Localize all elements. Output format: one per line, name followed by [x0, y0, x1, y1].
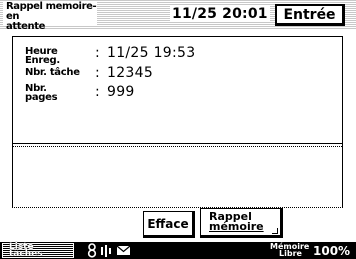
divider — [13, 143, 342, 144]
value-job-number: 12345 — [107, 65, 154, 81]
label-job-number-line1: Nbr. tâche — [25, 67, 80, 78]
value-store-time: 11/25 19:53 — [107, 45, 196, 61]
job-info-area: Heure Enreg. : 11/25 19:53 Nbr. tâche : … — [13, 37, 342, 143]
erase-button[interactable]: Efface — [143, 211, 195, 238]
status-bar: Liste tâches Mémoire Libre 100% — [0, 242, 356, 259]
value-page-count: 999 — [107, 84, 135, 100]
screen-title-line2: attente — [6, 21, 45, 32]
divider — [13, 146, 342, 147]
memory-label: Mémoire Libre — [270, 243, 309, 258]
job-list-label: Liste tâches — [9, 243, 43, 259]
mail-icon — [116, 245, 131, 255]
corner-mark — [272, 228, 278, 234]
label-store-time-line2: Enreg. — [25, 55, 60, 66]
enter-button[interactable]: Entrée — [275, 4, 345, 26]
free-memory-percent: 100% — [313, 244, 351, 258]
memory-recall-label-line2: mémoire — [209, 220, 264, 233]
colon: : — [95, 65, 100, 81]
header-bar: Rappel memoire-en attente 11/25 20:01 En… — [0, 0, 356, 32]
job-list-label-line2: tâches — [9, 249, 43, 259]
toner-icon — [87, 243, 97, 258]
label-page-count-line2: pages — [25, 92, 58, 103]
label-job-number: Nbr. tâche — [25, 67, 80, 78]
colon: : — [95, 45, 100, 61]
job-list-button[interactable]: Liste tâches — [2, 243, 74, 259]
current-datetime: 11/25 20:01 — [170, 6, 270, 22]
screen-title-line1: Rappel memoire-en — [6, 1, 97, 22]
job-info-panel: Heure Enreg. : 11/25 19:53 Nbr. tâche : … — [12, 36, 343, 208]
memory-recall-button[interactable]: Rappel mémoire — [200, 208, 283, 238]
colon: : — [95, 84, 100, 100]
memory-label-line2: Libre — [279, 249, 302, 258]
fax-line-icon — [101, 245, 111, 257]
screen-title: Rappel memoire-en attente — [3, 1, 97, 32]
label-page-count: Nbr. pages — [25, 84, 58, 103]
label-store-time: Heure Enreg. — [25, 47, 60, 66]
